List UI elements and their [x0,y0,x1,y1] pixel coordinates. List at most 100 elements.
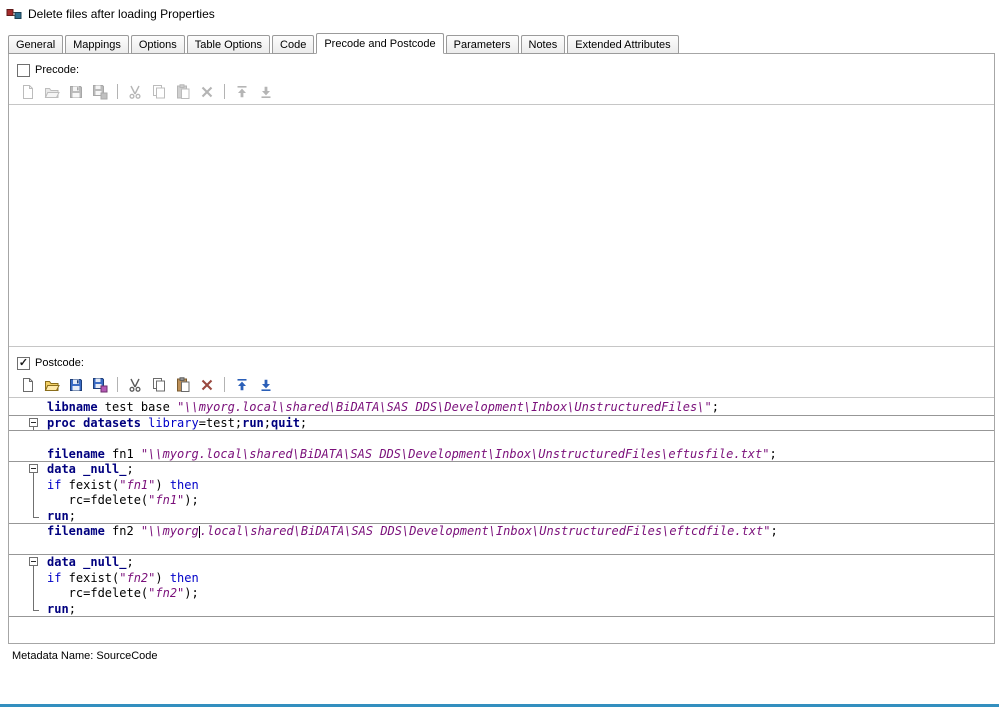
code-token: "\\myorg.local\shared\BiDATA\SAS DDS\Dev… [177,400,712,414]
postcode-checkbox[interactable] [17,357,30,370]
code-line: rc=fdelete("fn1"); [9,493,994,509]
save-as-icon[interactable] [89,375,111,395]
code-token: run [242,416,264,430]
fold-line [33,571,34,587]
tab-code[interactable]: Code [272,35,314,54]
move-bottom-icon[interactable] [255,82,277,102]
code-line: if fexist("fn2") then [9,571,994,587]
code-token: fn2 [105,524,141,538]
open-folder-icon[interactable] [41,375,63,395]
code-token: ); [184,493,198,507]
move-top-icon[interactable] [231,375,253,395]
tab-mappings[interactable]: Mappings [65,35,129,54]
move-bottom-icon[interactable] [255,375,277,395]
save-icon[interactable] [65,82,87,102]
fold-toggle-icon[interactable] [29,418,38,427]
code-token: ); [184,586,198,600]
code-line [9,431,994,447]
code-token: "\\myorg [141,524,199,538]
code-token: .local\shared\BiDATA\SAS DDS\Development… [200,524,771,538]
tab-strip: GeneralMappingsOptionsTable OptionsCodeP… [0,32,999,53]
code-token: filename [47,524,105,538]
save-as-icon[interactable] [89,82,111,102]
code-line: if fexist("fn1") then [9,478,994,494]
cut-icon[interactable] [124,82,146,102]
code-line: run; [9,509,994,525]
toolbar-separator [117,84,118,99]
code-line: filename fn1 "\\myorg.local\shared\BiDAT… [9,447,994,463]
code-gutter [9,416,43,432]
code-line [9,617,994,633]
toolbar-separator [117,377,118,392]
postcode-editor[interactable]: libname test base "\\myorg.local\shared\… [9,398,994,643]
paste-icon[interactable] [172,82,194,102]
tab-notes[interactable]: Notes [521,35,566,54]
code-token: ; [126,555,133,569]
tab-precode-and-postcode[interactable]: Precode and Postcode [316,33,443,54]
code-gutter [9,478,43,494]
code-token: filename [47,447,105,461]
tab-panel: Precode: Postcode: libname test base "\\… [8,53,995,644]
window-icon [6,6,22,22]
properties-window: Delete files after loading Properties Ge… [0,0,999,662]
code-token: then [170,478,199,492]
code-token: =test; [199,416,242,430]
code-token: ) [155,571,169,585]
tab-table-options[interactable]: Table Options [187,35,270,54]
fold-toggle-icon[interactable] [29,557,38,566]
open-folder-icon[interactable] [41,82,63,102]
code-token: library [148,416,199,430]
window-bottom-edge [0,704,999,707]
code-token: fexist( [61,478,119,492]
code-gutter [9,602,43,618]
code-token: run [47,602,69,616]
code-token: rc=fdelete( [47,493,148,507]
code-token: if [47,571,61,585]
precode-checkbox[interactable] [17,64,30,77]
copy-icon[interactable] [148,375,170,395]
code-token: ; [769,447,776,461]
paste-icon[interactable] [172,375,194,395]
delete-icon[interactable] [196,82,218,102]
code-gutter [9,571,43,587]
code-token: quit [271,416,300,430]
tab-parameters[interactable]: Parameters [446,35,519,54]
code-gutter [9,462,43,478]
code-token: proc datasets [47,416,141,430]
code-gutter [9,540,43,556]
code-token: if [47,478,61,492]
code-token: fn1 [105,447,141,461]
cut-icon[interactable] [124,375,146,395]
delete-icon[interactable] [196,375,218,395]
window-title: Delete files after loading Properties [28,7,215,21]
new-file-icon[interactable] [17,375,39,395]
code-token: run [47,509,69,523]
fold-line [33,586,34,602]
copy-icon[interactable] [148,82,170,102]
code-line: data _null_; [9,462,994,478]
code-token: ; [712,400,719,414]
code-token: ; [69,602,76,616]
tab-options[interactable]: Options [131,35,185,54]
code-token: ; [126,462,133,476]
tab-general[interactable]: General [8,35,63,54]
tab-extended-attributes[interactable]: Extended Attributes [567,35,678,54]
precode-editor[interactable] [9,105,994,347]
code-gutter [9,400,43,416]
code-line: libname test base "\\myorg.local\shared\… [9,400,994,416]
fold-toggle-icon[interactable] [29,464,38,473]
code-token: rc=fdelete( [47,586,148,600]
fold-line-end [33,610,39,611]
code-gutter [9,617,43,633]
code-token: "fn1" [148,493,184,507]
code-token: "fn2" [119,571,155,585]
move-top-icon[interactable] [231,82,253,102]
new-file-icon[interactable] [17,82,39,102]
code-gutter [9,586,43,602]
toolbar-separator [224,84,225,99]
code-token: then [170,571,199,585]
code-token: "fn1" [119,478,155,492]
code-line: proc datasets library=test;run;quit; [9,416,994,432]
save-icon[interactable] [65,375,87,395]
fold-line [33,478,34,494]
